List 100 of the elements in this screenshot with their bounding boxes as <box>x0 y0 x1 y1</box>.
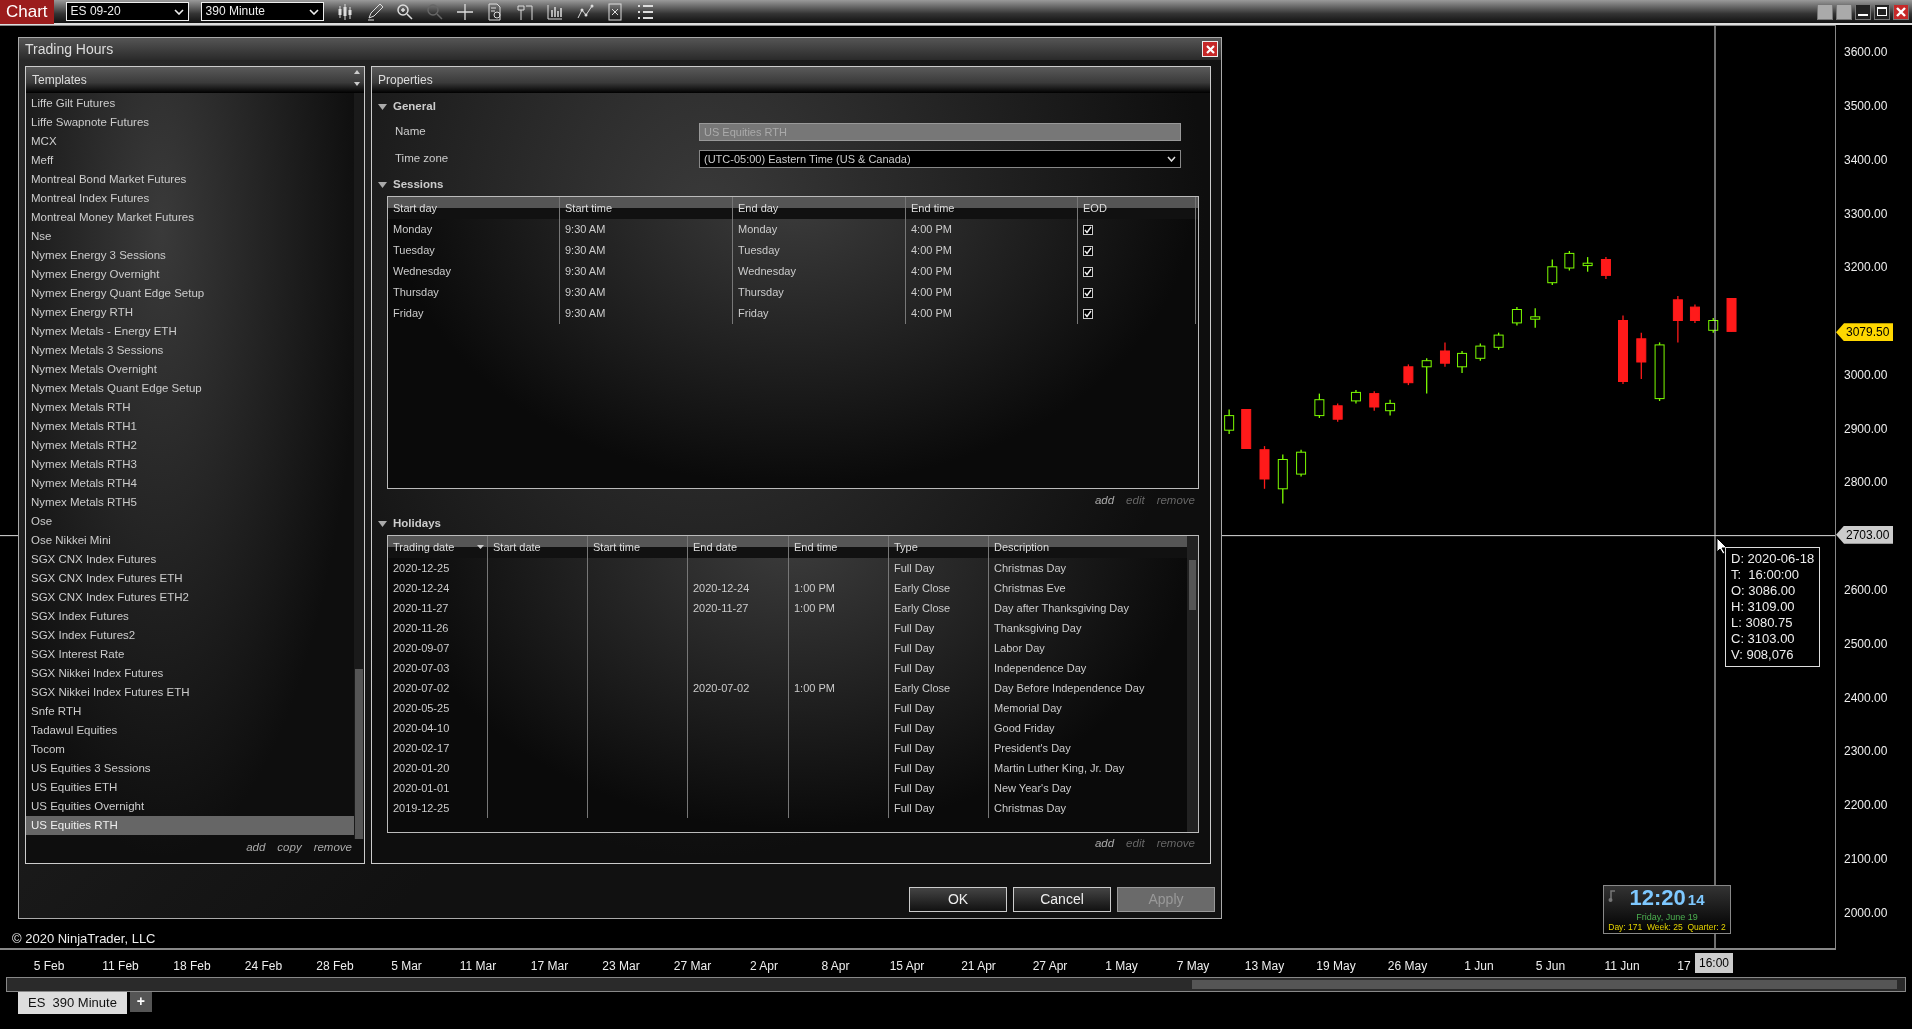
template-item[interactable]: US Equities 3 Sessions <box>26 759 354 778</box>
checked-checkbox[interactable] <box>1083 266 1093 277</box>
column-header[interactable]: Start day <box>388 197 560 219</box>
template-item[interactable]: Nymex Metals RTH5 <box>26 493 354 512</box>
clock-time: 12:20 <box>1629 886 1686 910</box>
clock-date: Friday, June 19 <box>1635 911 1699 922</box>
sort-caret-icon <box>477 545 484 549</box>
add-tab-button[interactable]: + <box>129 992 152 1012</box>
collapse-caret-icon[interactable] <box>378 519 387 529</box>
template-item[interactable]: SGX CNX Index Futures <box>26 550 354 569</box>
line-chart-icon[interactable] <box>575 2 594 21</box>
template-item[interactable]: Ose Nikkei Mini <box>26 531 354 550</box>
template-item[interactable]: SGX Nikkei Index Futures <box>26 664 354 683</box>
action-link[interactable]: remove <box>313 839 352 863</box>
table-cell: 2020-12-24 <box>688 578 789 598</box>
minimize-button[interactable] <box>1855 3 1871 20</box>
close-button[interactable] <box>1893 3 1909 20</box>
date-label: 11 Jun <box>1604 958 1640 975</box>
template-item[interactable]: Nymex Energy 3 Sessions <box>26 246 354 265</box>
column-header[interactable]: EOD <box>1078 197 1196 219</box>
template-item[interactable]: Ose <box>26 512 354 531</box>
maximize-button[interactable] <box>1874 3 1890 20</box>
chart-tab[interactable]: ES 390 Minute <box>18 992 127 1014</box>
list-icon[interactable] <box>635 2 654 21</box>
checked-checkbox[interactable] <box>1083 224 1093 235</box>
bracket-bars-icon[interactable] <box>515 2 534 21</box>
zoom-in-icon[interactable] <box>395 2 414 21</box>
table-cell: Full Day <box>889 798 989 818</box>
column-header[interactable]: Start time <box>560 197 733 219</box>
column-header[interactable]: Start date <box>488 536 588 558</box>
template-item[interactable]: SGX Index Futures2 <box>26 626 354 645</box>
template-item[interactable]: US Equities Overnight <box>26 797 354 816</box>
bar-chart-icon[interactable] <box>545 2 564 21</box>
template-item[interactable]: SGX Index Futures <box>26 607 354 626</box>
template-item[interactable]: US Equities ETH <box>26 778 354 797</box>
template-item[interactable]: Nymex Metals - Energy ETH <box>26 322 354 341</box>
scrollbar-thumb[interactable] <box>1189 560 1196 610</box>
template-item[interactable]: Snfe RTH <box>26 702 354 721</box>
dialog-button[interactable]: Cancel <box>1013 887 1111 912</box>
scrollbar-thumb[interactable] <box>355 669 363 839</box>
template-item[interactable]: MCX <box>26 132 354 151</box>
template-item[interactable]: SGX CNX Index Futures ETH <box>26 569 354 588</box>
action-link[interactable]: copy <box>277 839 302 863</box>
template-item[interactable]: Nymex Energy Overnight <box>26 265 354 284</box>
column-header[interactable]: Trading date <box>388 536 488 558</box>
template-item[interactable]: Nymex Metals 3 Sessions <box>26 341 354 360</box>
instrument-dropdown[interactable]: ES 09-20 <box>65 2 189 21</box>
template-item[interactable]: Nymex Metals Quant Edge Setup <box>26 379 354 398</box>
interval-dropdown[interactable]: 390 Minute <box>200 2 324 21</box>
document-icon[interactable] <box>605 2 624 21</box>
template-item[interactable]: Nymex Energy RTH <box>26 303 354 322</box>
action-link[interactable]: add <box>1094 835 1115 853</box>
template-item[interactable]: SGX Nikkei Index Futures ETH <box>26 683 354 702</box>
tooltip-text: V: 908,076 <box>1731 647 1795 663</box>
checked-checkbox[interactable] <box>1083 245 1093 256</box>
template-item[interactable]: Liffe Gilt Futures <box>26 94 354 113</box>
action-link[interactable]: add <box>246 839 266 863</box>
price-label: 3600.00 <box>1844 44 1888 62</box>
template-item[interactable]: SGX Interest Rate <box>26 645 354 664</box>
collapse-caret-icon[interactable] <box>378 102 387 112</box>
time-zone-dropdown[interactable]: (UTC-05:00) Eastern Time (US & Canada) <box>699 149 1181 168</box>
template-item[interactable]: Montreal Index Futures <box>26 189 354 208</box>
template-item[interactable]: Nymex Metals RTH3 <box>26 455 354 474</box>
template-item[interactable]: Tadawul Equities <box>26 721 354 740</box>
template-item[interactable]: Nymex Metals RTH <box>26 398 354 417</box>
template-item[interactable]: Nymex Metals RTH1 <box>26 417 354 436</box>
action-link[interactable]: add <box>1094 492 1115 510</box>
template-item[interactable]: Nse <box>26 227 354 246</box>
column-header[interactable]: Type <box>889 536 989 558</box>
template-item[interactable]: Montreal Money Market Futures <box>26 208 354 227</box>
scrollbar[interactable] <box>354 93 364 839</box>
column-header[interactable]: End time <box>789 536 889 558</box>
column-header[interactable]: End date <box>688 536 789 558</box>
price-label: 2000.00 <box>1844 904 1888 922</box>
pencil-icon[interactable] <box>365 2 384 21</box>
scrollbar[interactable] <box>1187 536 1198 832</box>
zoom-out-icon[interactable] <box>425 2 444 21</box>
dialog-button[interactable]: OK <box>909 887 1007 912</box>
template-item[interactable]: US Equities RTH <box>26 816 354 835</box>
template-item[interactable]: Montreal Bond Market Futures <box>26 170 354 189</box>
checked-checkbox[interactable] <box>1083 308 1093 319</box>
table-cell: 2020-02-17 <box>388 738 488 758</box>
template-item[interactable]: Tocom <box>26 740 354 759</box>
document-search-icon[interactable] <box>485 2 504 21</box>
template-item[interactable]: Meff <box>26 151 354 170</box>
crosshair-icon[interactable] <box>455 2 474 21</box>
column-header[interactable]: End day <box>733 197 906 219</box>
template-item[interactable]: Nymex Energy Quant Edge Setup <box>26 284 354 303</box>
column-header[interactable]: End time <box>906 197 1078 219</box>
template-item[interactable]: Nymex Metals RTH2 <box>26 436 354 455</box>
template-item[interactable]: Nymex Metals RTH4 <box>26 474 354 493</box>
column-header[interactable]: Start time <box>588 536 688 558</box>
template-item[interactable]: Liffe Swapnote Futures <box>26 113 354 132</box>
collapse-caret-icon[interactable] <box>378 180 387 190</box>
template-item[interactable]: SGX CNX Index Futures ETH2 <box>26 588 354 607</box>
template-item[interactable]: Nymex Metals Overnight <box>26 360 354 379</box>
table-cell: Full Day <box>889 738 989 758</box>
horizontal-scrollbar[interactable] <box>6 977 1906 992</box>
scrollbar-thumb[interactable] <box>1192 980 1897 989</box>
checked-checkbox[interactable] <box>1083 287 1093 298</box>
